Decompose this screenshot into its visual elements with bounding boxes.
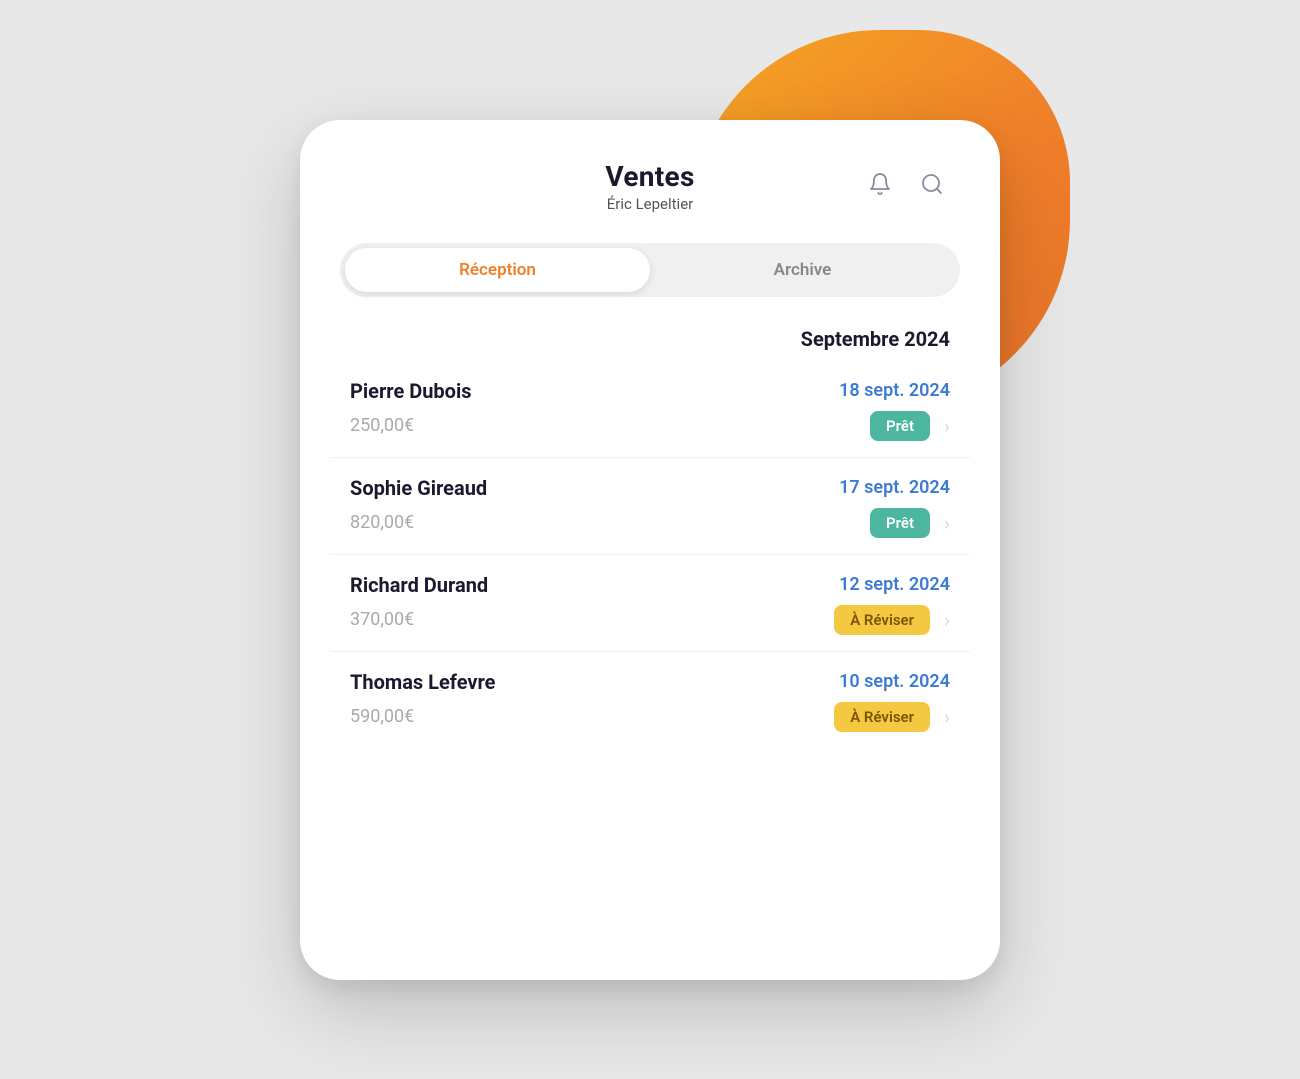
tab-reception[interactable]: Réception xyxy=(345,248,650,292)
status-badge: À Réviser xyxy=(834,605,930,635)
item-date: 10 sept. 2024 xyxy=(839,671,950,692)
item-amount: 250,00€ xyxy=(350,415,414,436)
chevron-icon: › xyxy=(944,511,950,535)
scene: Ventes Éric Lepeltier xyxy=(260,60,1040,1020)
section-title: Septembre 2024 xyxy=(801,327,950,351)
status-badge: À Réviser xyxy=(834,702,930,732)
list-item[interactable]: Thomas Lefevre 10 sept. 2024 590,00€ À R… xyxy=(330,652,970,748)
item-row-top: Pierre Dubois 18 sept. 2024 xyxy=(350,379,950,403)
item-row-bottom: 250,00€ Prêt › xyxy=(350,411,950,441)
header-center: Ventes Éric Lepeltier xyxy=(438,160,862,213)
chevron-icon: › xyxy=(944,705,950,729)
item-right: Prêt › xyxy=(870,508,950,538)
item-row-top: Sophie Gireaud 17 sept. 2024 xyxy=(350,476,950,500)
chevron-icon: › xyxy=(944,414,950,438)
section-header: Septembre 2024 xyxy=(350,327,950,351)
status-badge: Prêt xyxy=(870,411,930,441)
item-right: Prêt › xyxy=(870,411,950,441)
item-name: Richard Durand xyxy=(350,573,488,597)
bell-icon xyxy=(868,172,892,196)
status-badge: Prêt xyxy=(870,508,930,538)
item-right: À Réviser › xyxy=(834,702,950,732)
item-name: Pierre Dubois xyxy=(350,379,472,403)
item-name: Thomas Lefevre xyxy=(350,670,495,694)
item-row-top: Thomas Lefevre 10 sept. 2024 xyxy=(350,670,950,694)
item-name: Sophie Gireaud xyxy=(350,476,487,500)
item-row-bottom: 370,00€ À Réviser › xyxy=(350,605,950,635)
item-amount: 370,00€ xyxy=(350,609,414,630)
list-item[interactable]: Pierre Dubois 18 sept. 2024 250,00€ Prêt… xyxy=(330,361,970,458)
list-item[interactable]: Richard Durand 12 sept. 2024 370,00€ À R… xyxy=(330,555,970,652)
user-name: Éric Lepeltier xyxy=(438,195,862,213)
page-title: Ventes xyxy=(438,160,862,193)
bell-button[interactable] xyxy=(862,166,898,202)
chevron-icon: › xyxy=(944,608,950,632)
item-date: 17 sept. 2024 xyxy=(839,477,950,498)
list-item[interactable]: Sophie Gireaud 17 sept. 2024 820,00€ Prê… xyxy=(330,458,970,555)
search-button[interactable] xyxy=(914,166,950,202)
item-list: Pierre Dubois 18 sept. 2024 250,00€ Prêt… xyxy=(330,361,970,748)
phone-card: Ventes Éric Lepeltier xyxy=(300,120,1000,980)
header: Ventes Éric Lepeltier xyxy=(300,120,1000,233)
item-date: 18 sept. 2024 xyxy=(839,380,950,401)
item-amount: 590,00€ xyxy=(350,706,414,727)
item-row-top: Richard Durand 12 sept. 2024 xyxy=(350,573,950,597)
tab-archive[interactable]: Archive xyxy=(650,248,955,292)
item-right: À Réviser › xyxy=(834,605,950,635)
item-date: 12 sept. 2024 xyxy=(839,574,950,595)
search-icon xyxy=(920,172,944,196)
item-row-bottom: 590,00€ À Réviser › xyxy=(350,702,950,732)
tab-bar: Réception Archive xyxy=(340,243,960,297)
item-row-bottom: 820,00€ Prêt › xyxy=(350,508,950,538)
header-icons xyxy=(862,160,950,202)
item-amount: 820,00€ xyxy=(350,512,414,533)
